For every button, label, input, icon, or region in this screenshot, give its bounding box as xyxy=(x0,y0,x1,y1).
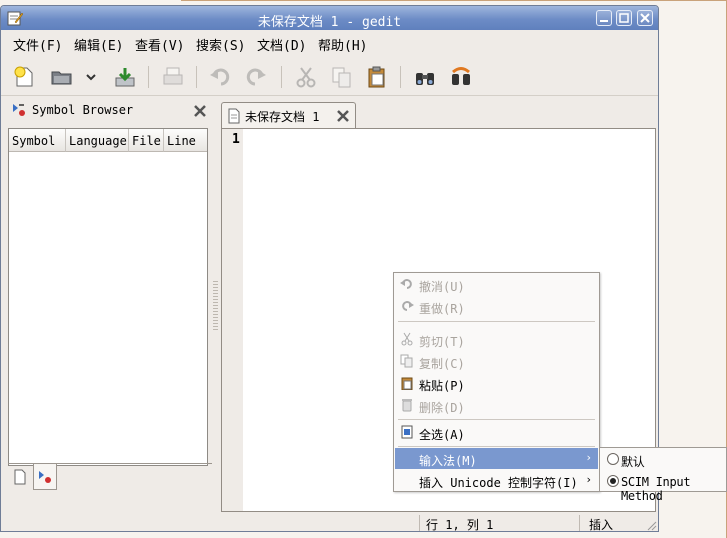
new-document-icon[interactable] xyxy=(12,65,36,89)
close-tab-icon[interactable] xyxy=(336,109,350,123)
document-icon xyxy=(228,108,240,124)
cursor-position: 行 1, 列 1 xyxy=(426,518,494,532)
menu-item-insert-unicode[interactable]: 插入 Unicode 控制字符(I) › xyxy=(395,470,598,491)
toolbar-separator xyxy=(196,66,197,88)
radio-default[interactable] xyxy=(607,453,619,465)
pane-resize-grip[interactable] xyxy=(213,281,218,331)
menu-item-select-all[interactable]: 全选(A) xyxy=(395,422,598,443)
menu-file[interactable]: 文件(F) xyxy=(13,35,62,54)
menu-separator xyxy=(398,321,595,322)
column-header-symbol[interactable]: Symbol xyxy=(9,129,66,152)
close-icon xyxy=(640,13,650,23)
open-folder-icon[interactable] xyxy=(50,65,74,89)
symbol-list[interactable]: Symbol Language File Line xyxy=(8,128,208,466)
chevron-down-icon[interactable] xyxy=(81,65,101,89)
input-method-submenu: 默认 SCIM Input Method xyxy=(599,447,727,503)
menu-documents[interactable]: 文档(D) xyxy=(257,35,306,54)
menu-item-undo[interactable]: 撤消(U) xyxy=(395,274,598,295)
desktop-edge-line xyxy=(181,0,727,1)
status-divider xyxy=(579,515,580,531)
toolbar-separator xyxy=(281,66,282,88)
maximize-icon xyxy=(619,13,629,23)
side-panel-title: Symbol Browser xyxy=(32,103,134,117)
radio-scim-selected[interactable] xyxy=(607,475,619,487)
side-tab-documents[interactable] xyxy=(8,464,32,490)
symbol-browser-icon xyxy=(39,471,51,483)
title-bar[interactable]: 未保存文档 1 - gedit xyxy=(1,6,658,30)
status-bar: 行 1, 列 1 插入 xyxy=(1,513,658,533)
find-replace-icon[interactable] xyxy=(449,65,473,89)
menu-separator xyxy=(398,446,595,447)
print-icon[interactable] xyxy=(161,65,185,89)
side-panel: Symbol Browser Symbol Language File Line xyxy=(5,98,213,511)
minimize-icon xyxy=(600,20,608,22)
paste-icon xyxy=(401,377,413,390)
column-header-file[interactable]: File xyxy=(129,129,164,152)
menu-edit[interactable]: 编辑(E) xyxy=(74,35,123,54)
maximize-button[interactable] xyxy=(616,10,632,26)
input-method-default[interactable]: 默认 xyxy=(602,449,726,470)
cut-icon[interactable] xyxy=(294,65,318,89)
find-binoculars-icon[interactable] xyxy=(413,65,437,89)
menu-item-cut[interactable]: 剪切(T) xyxy=(395,329,598,350)
side-panel-header: Symbol Browser xyxy=(5,98,213,122)
menu-help[interactable]: 帮助(H) xyxy=(318,35,367,54)
copy-icon xyxy=(400,354,413,368)
cut-icon xyxy=(401,332,413,346)
context-menu: 撤消(U) 重做(R) 剪切(T) 复制(C) 粘贴(P) 删除(D) 全选(A… xyxy=(393,272,600,492)
line-number: 1 xyxy=(232,132,240,147)
input-method-scim[interactable]: SCIM Input Method xyxy=(602,471,726,503)
menu-item-delete[interactable]: 删除(D) xyxy=(395,395,598,416)
symbol-browser-icon xyxy=(13,104,25,116)
insert-mode: 插入 xyxy=(589,518,614,532)
column-header-language[interactable]: Language xyxy=(66,129,129,152)
submenu-arrow-icon: › xyxy=(585,451,592,464)
line-number-gutter: 1 xyxy=(222,129,243,511)
menu-bar: 文件(F) 编辑(E) 查看(V) 搜索(S) 文档(D) 帮助(H) xyxy=(1,31,658,54)
menu-item-input-method[interactable]: 输入法(M) › xyxy=(395,448,598,469)
document-tab[interactable]: 未保存文档 1 xyxy=(221,102,356,128)
menu-item-redo[interactable]: 重做(R) xyxy=(395,296,598,317)
minimize-button[interactable] xyxy=(596,10,612,26)
redo-icon[interactable] xyxy=(243,65,267,89)
menu-search[interactable]: 搜索(S) xyxy=(196,35,245,54)
paste-icon[interactable] xyxy=(365,65,389,89)
delete-icon xyxy=(402,399,412,412)
side-panel-tabs xyxy=(8,463,212,490)
status-divider xyxy=(419,515,420,531)
side-tab-symbols[interactable] xyxy=(33,464,57,490)
column-header-line[interactable]: Line xyxy=(164,129,207,152)
toolbar-separator xyxy=(400,66,401,88)
copy-icon[interactable] xyxy=(330,65,354,89)
menu-separator xyxy=(398,419,595,420)
menu-item-copy[interactable]: 复制(C) xyxy=(395,351,598,372)
document-tab-label: 未保存文档 1 xyxy=(245,110,320,124)
submenu-arrow-icon: › xyxy=(585,473,592,486)
save-icon[interactable] xyxy=(113,65,137,89)
undo-icon xyxy=(400,279,412,289)
undo-icon[interactable] xyxy=(209,65,233,89)
toolbar-separator xyxy=(148,66,149,88)
window-title: 未保存文档 1 - gedit xyxy=(257,15,402,30)
select-all-icon xyxy=(401,425,413,439)
redo-icon xyxy=(402,301,414,311)
document-icon xyxy=(14,469,26,485)
menu-item-paste[interactable]: 粘贴(P) xyxy=(395,373,598,394)
resize-grip-icon[interactable] xyxy=(647,521,657,531)
toolbar xyxy=(1,56,658,96)
menu-view[interactable]: 查看(V) xyxy=(135,35,184,54)
close-button[interactable] xyxy=(637,10,653,26)
close-side-panel-icon[interactable] xyxy=(193,104,207,118)
